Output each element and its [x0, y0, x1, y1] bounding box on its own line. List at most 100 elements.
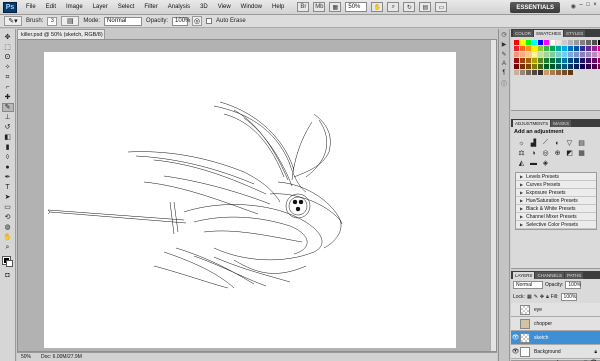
canvas[interactable]	[44, 52, 456, 348]
tab-layers[interactable]: LAYERS	[513, 272, 535, 279]
color-swatch[interactable]	[562, 40, 567, 45]
hand-tool-icon[interactable]: ✋	[371, 2, 384, 12]
color-swatch[interactable]	[580, 46, 585, 51]
black-white-icon[interactable]: ◑	[529, 149, 538, 157]
clone-stamp-tool-icon[interactable]: ⊥	[2, 113, 14, 122]
channel-mixer-icon[interactable]: ⊕	[553, 149, 562, 157]
color-swatch[interactable]	[568, 46, 573, 51]
color-swatch[interactable]	[544, 64, 549, 69]
tab-color[interactable]: COLOR	[513, 30, 534, 37]
3d-orbit-tool-icon[interactable]: ◍	[2, 223, 14, 232]
history-brush-tool-icon[interactable]: ↺	[2, 123, 14, 132]
eyedropper-tool-icon[interactable]: ⌐	[2, 83, 14, 92]
color-swatch[interactable]	[544, 52, 549, 57]
guides-icon[interactable]: ▦	[329, 2, 342, 12]
menu-edit[interactable]: Edit	[41, 0, 61, 15]
color-swatch[interactable]	[568, 70, 573, 75]
zoom-tool-icon[interactable]: ⌕	[2, 243, 14, 252]
3d-rotate-tool-icon[interactable]: ⟲	[2, 213, 14, 222]
curves-icon[interactable]: ⟋	[541, 139, 550, 147]
color-swatch[interactable]	[580, 52, 585, 57]
brightness-contrast-icon[interactable]: ☼	[517, 139, 526, 147]
menu-select[interactable]: Select	[113, 0, 140, 15]
levels-icon[interactable]: ▟	[529, 139, 538, 147]
blur-tool-icon[interactable]: ◊	[2, 153, 14, 162]
tab-swatches[interactable]: SWATCHES	[534, 30, 564, 37]
menu-help[interactable]: Help	[267, 0, 289, 15]
preset-hue-saturation[interactable]: ▶ Hue/Saturation Presets	[516, 197, 596, 205]
eye-icon[interactable]: 👁︎	[511, 348, 520, 355]
pen-tool-icon[interactable]: ✒	[2, 173, 14, 182]
color-swatch[interactable]	[520, 52, 525, 57]
color-swatch[interactable]	[544, 40, 549, 45]
color-swatch[interactable]	[520, 58, 525, 63]
layer-row-eye[interactable]: eye	[511, 303, 600, 317]
color-swatch[interactable]	[538, 70, 543, 75]
color-swatch[interactable]	[538, 64, 543, 69]
lock-position-icon[interactable]: ✥	[540, 294, 544, 300]
color-swatch[interactable]	[538, 52, 543, 57]
color-swatch[interactable]	[562, 52, 567, 57]
color-swatch[interactable]	[568, 40, 573, 45]
color-swatch[interactable]	[586, 58, 591, 63]
color-swatch[interactable]	[562, 46, 567, 51]
color-swatch[interactable]	[586, 46, 591, 51]
color-swatch[interactable]	[556, 58, 561, 63]
color-swatch[interactable]	[580, 64, 585, 69]
marquee-tool-icon[interactable]: ⬚	[2, 43, 14, 52]
color-swatch[interactable]	[580, 40, 585, 45]
lock-pixels-icon[interactable]: ✎	[534, 294, 538, 300]
color-swatch[interactable]	[556, 46, 561, 51]
path-select-tool-icon[interactable]: ➤	[2, 193, 14, 202]
bridge-icon[interactable]: Br	[297, 2, 310, 12]
color-swatch[interactable]	[520, 64, 525, 69]
color-swatch[interactable]	[538, 58, 543, 63]
color-swatch[interactable]	[586, 52, 591, 57]
pencil-tool-icon[interactable]: ✎	[1, 103, 14, 112]
menu-window[interactable]: Window	[236, 0, 267, 15]
threshold-icon[interactable]: ◭	[517, 159, 526, 167]
color-swatch[interactable]	[526, 70, 531, 75]
color-swatch[interactable]	[514, 64, 519, 69]
color-swatch[interactable]	[568, 52, 573, 57]
color-swatch[interactable]	[550, 40, 555, 45]
preset-channel-mixer[interactable]: ▶ Channel Mixer Presets	[516, 213, 596, 221]
color-swatch[interactable]	[592, 52, 597, 57]
background-color-swatch[interactable]	[6, 260, 13, 267]
shape-tool-icon[interactable]: ▭	[2, 203, 14, 212]
color-swatch[interactable]	[532, 58, 537, 63]
tab-channels[interactable]: CHANNELS	[535, 272, 564, 279]
color-swatch[interactable]	[556, 64, 561, 69]
opacity-field[interactable]: 100%	[172, 16, 190, 26]
lock-all-icon[interactable]: 🔒︎	[546, 294, 549, 300]
maximize-icon[interactable]: □	[585, 2, 591, 11]
preset-black-white[interactable]: ▶ Black & White Presets	[516, 205, 596, 213]
tab-masks[interactable]: MASKS	[551, 120, 572, 127]
history-icon[interactable]: ◷	[501, 31, 506, 38]
color-swatch[interactable]	[514, 58, 519, 63]
minimize-icon[interactable]: –	[578, 2, 584, 11]
tab-adjustments[interactable]: ADJUSTMENTS	[513, 120, 551, 127]
preset-levels[interactable]: ▶ Levels Presets	[516, 173, 596, 181]
color-swatch[interactable]	[574, 52, 579, 57]
menu-image[interactable]: Image	[61, 0, 88, 15]
arrange-documents-icon[interactable]: ▤	[419, 2, 432, 12]
color-swatch[interactable]	[556, 40, 561, 45]
color-swatch[interactable]	[550, 64, 555, 69]
layer-row-background[interactable]: 👁︎ Background 🔒︎	[511, 345, 600, 359]
eye-icon[interactable]: 👁︎	[511, 334, 520, 341]
crop-tool-icon[interactable]: ⌗	[2, 73, 14, 82]
fill-field[interactable]: 100%	[560, 293, 577, 301]
menu-analysis[interactable]: Analysis	[163, 0, 195, 15]
color-swatch[interactable]	[550, 70, 555, 75]
color-swatch[interactable]	[526, 52, 531, 57]
dodge-tool-icon[interactable]: ●	[2, 163, 14, 172]
preset-selective-color[interactable]: ▶ Selective Color Presets	[516, 221, 596, 229]
zoom-level-select[interactable]: 50%	[345, 2, 368, 12]
color-swatch[interactable]	[532, 64, 537, 69]
type-tool-icon[interactable]: T	[2, 183, 14, 192]
color-swatch[interactable]	[586, 40, 591, 45]
selective-color-icon[interactable]: ◈	[541, 159, 550, 167]
menu-filter[interactable]: Filter	[139, 0, 162, 15]
color-swatch[interactable]	[592, 58, 597, 63]
